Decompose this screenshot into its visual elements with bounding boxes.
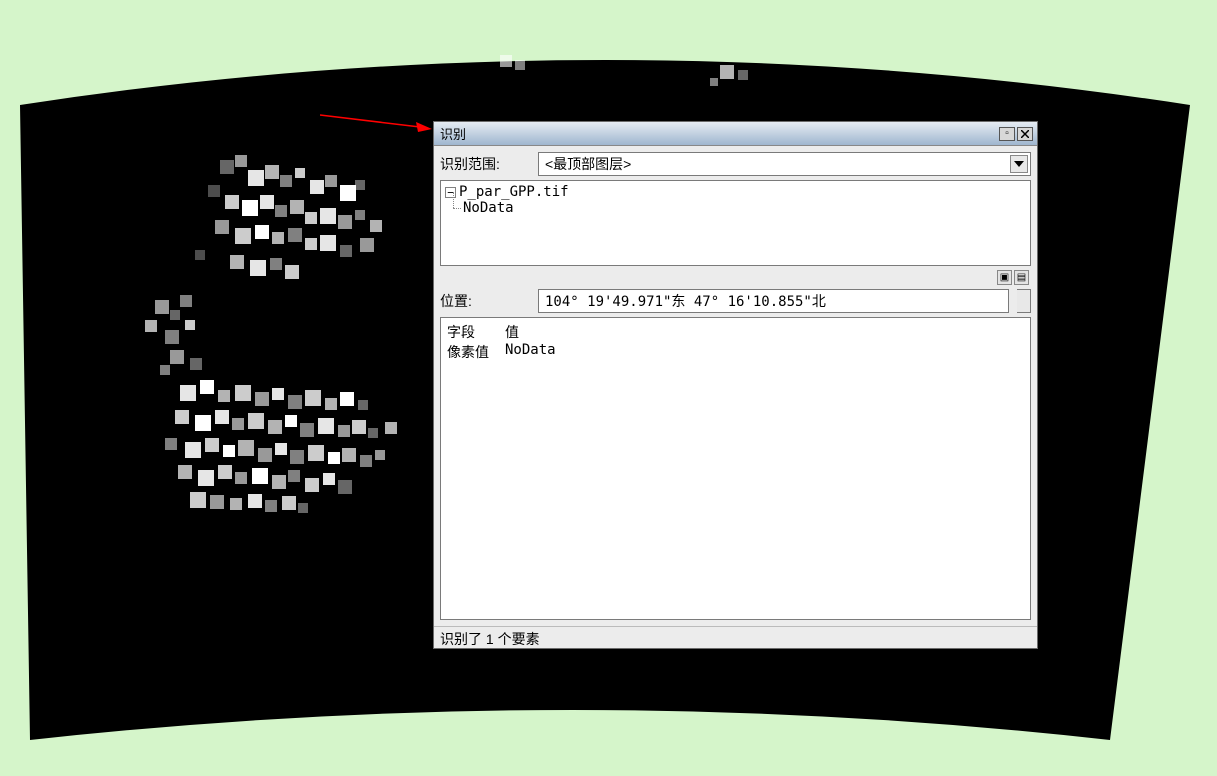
- pane-toolbar: ▣ ▤: [440, 270, 1031, 285]
- dialog-statusbar: 识别了 1 个要素: [434, 626, 1037, 648]
- fields-header-value: 值: [505, 322, 519, 342]
- status-text: 识别了 1 个要素: [440, 631, 540, 647]
- dropdown-arrow-icon: [1010, 155, 1028, 173]
- results-tree[interactable]: −P_par_GPP.tif NoData: [440, 180, 1031, 266]
- field-value: NoData: [505, 342, 556, 362]
- dialog-titlebar[interactable]: 识别 ▫: [434, 122, 1037, 146]
- scope-dropdown[interactable]: <最顶部图层>: [538, 152, 1031, 176]
- scope-row: 识别范围: <最顶部图层>: [440, 152, 1031, 176]
- field-name: 像素值: [447, 342, 497, 362]
- tree-child-node[interactable]: NoData: [463, 200, 1026, 216]
- close-icon: [1021, 130, 1029, 138]
- fields-header: 字段 值: [447, 322, 1024, 342]
- map-canvas[interactable]: 识别 ▫ 识别范围: <最顶部图层>: [20, 20, 1190, 760]
- identify-dialog: 识别 ▫ 识别范围: <最顶部图层>: [433, 121, 1038, 649]
- pane-menu-button[interactable]: ▤: [1014, 270, 1029, 285]
- location-field[interactable]: 104° 19'49.971"东 47° 16'10.855"北: [538, 289, 1009, 313]
- scope-value: <最顶部图层>: [545, 154, 631, 174]
- location-value: 104° 19'49.971"东 47° 16'10.855"北: [545, 291, 826, 311]
- tree-root-node[interactable]: −P_par_GPP.tif: [445, 184, 1026, 200]
- fields-table[interactable]: 字段 值 像素值 NoData: [440, 317, 1031, 620]
- tree-root-label: P_par_GPP.tif: [459, 184, 569, 200]
- location-label: 位置:: [440, 291, 530, 311]
- dialog-title: 识别: [440, 124, 997, 143]
- dialog-body: 识别范围: <最顶部图层> −P_par_GPP.tif NoData ▣: [434, 146, 1037, 626]
- fields-header-field: 字段: [447, 322, 497, 342]
- fields-row[interactable]: 像素值 NoData: [447, 342, 1024, 362]
- scope-label: 识别范围:: [440, 154, 530, 174]
- location-units-button[interactable]: [1017, 289, 1031, 313]
- tree-child-label: NoData: [463, 200, 514, 216]
- restore-button[interactable]: ▫: [999, 127, 1015, 141]
- location-row: 位置: 104° 19'49.971"东 47° 16'10.855"北: [440, 289, 1031, 313]
- close-button[interactable]: [1017, 127, 1033, 141]
- pane-option-button[interactable]: ▣: [997, 270, 1012, 285]
